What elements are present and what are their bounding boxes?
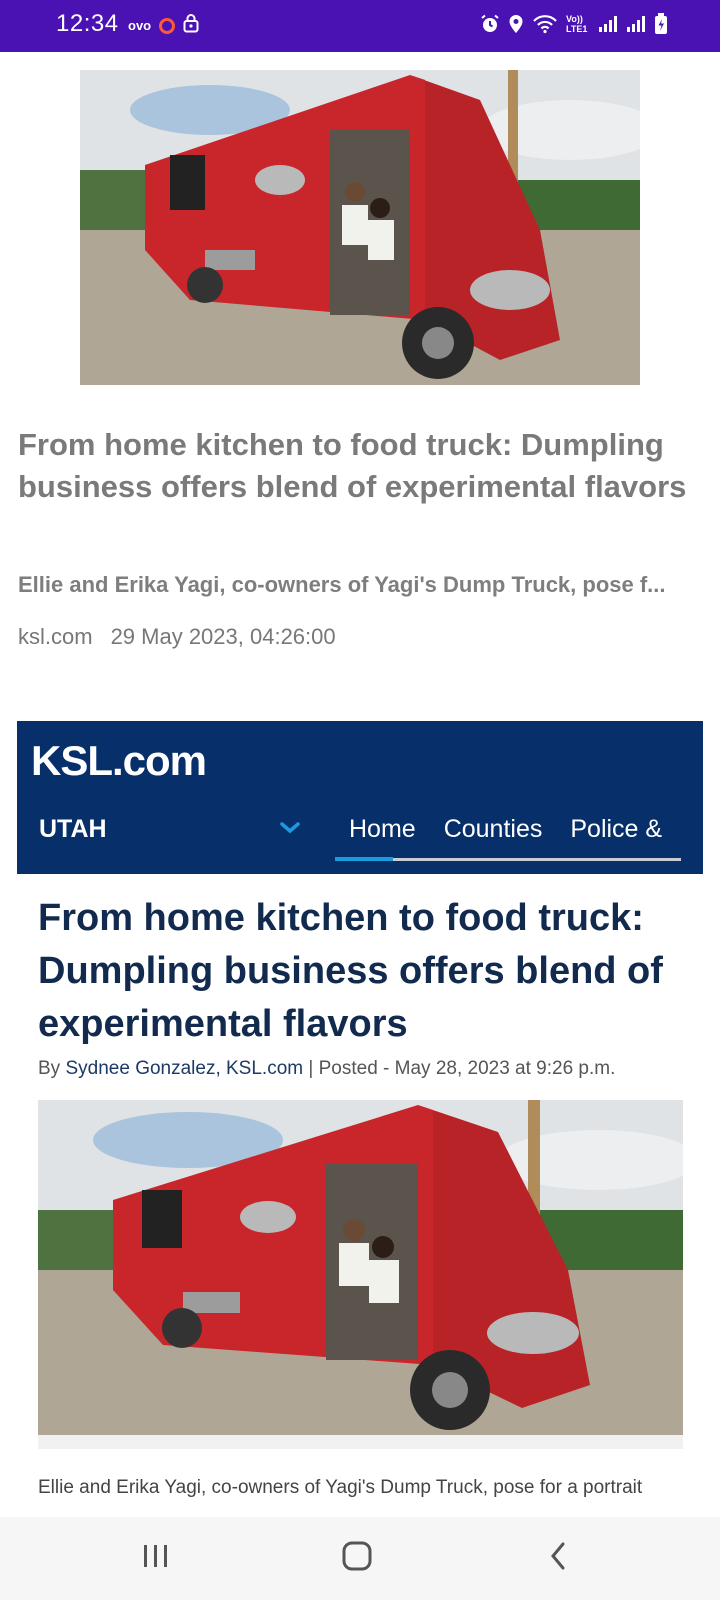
ksl-logo[interactable]: KSL.com — [31, 737, 207, 785]
posted-date: | Posted - May 28, 2023 at 9:26 p.m. — [308, 1058, 616, 1079]
alarm-icon — [480, 14, 500, 34]
article-card-title[interactable]: From home kitchen to food truck: Dumplin… — [18, 424, 698, 508]
section-label[interactable]: UTAH — [39, 815, 107, 844]
lock-icon — [183, 13, 199, 38]
image-caption: Ellie and Erika Yagi, co-owners of Yagi'… — [38, 1477, 643, 1498]
ksl-header: KSL.com UTAH Home Counties Police & — [17, 721, 703, 874]
nav-active-indicator — [335, 857, 393, 861]
back-icon[interactable] — [546, 1539, 570, 1573]
location-icon — [508, 14, 524, 34]
recents-icon[interactable] — [141, 1539, 171, 1573]
carrier-label: ovo — [128, 18, 152, 33]
nav-tab-home[interactable]: Home — [349, 815, 416, 844]
signal-icon — [598, 15, 618, 33]
article-thumbnail[interactable] — [80, 70, 640, 385]
caption-divider — [38, 1435, 683, 1449]
article-card-meta: ksl.com 29 May 2023, 04:26:00 — [18, 624, 336, 650]
article-date: 29 May 2023, 04:26:00 — [110, 624, 336, 649]
wifi-icon — [532, 14, 558, 34]
signal-icon — [626, 15, 646, 33]
record-icon — [159, 17, 176, 34]
article-card-snippet[interactable]: Ellie and Erika Yagi, co-owners of Yagi'… — [18, 572, 708, 598]
status-time: 12:34 — [56, 10, 119, 37]
food-truck-photo — [38, 1100, 683, 1435]
volte-lte-icon: Vo)) LTE1 — [566, 14, 588, 34]
article-source: ksl.com — [18, 624, 93, 649]
article-byline: By Sydnee Gonzalez, KSL.com | Posted - M… — [38, 1058, 616, 1079]
section-nav: Home Counties Police & — [349, 815, 662, 844]
article-headline: From home kitchen to food truck: Dumplin… — [38, 897, 663, 1045]
nav-tab-police[interactable]: Police & — [570, 815, 662, 844]
article-hero-image[interactable] — [38, 1100, 683, 1435]
battery-icon — [654, 13, 668, 35]
system-nav-bar — [0, 1517, 720, 1600]
chevron-down-icon[interactable] — [279, 821, 301, 835]
status-bar: 12:34 ovo Vo)) LTE1 — [0, 0, 720, 52]
nav-tab-counties[interactable]: Counties — [444, 815, 543, 844]
food-truck-photo — [80, 70, 640, 385]
author-link[interactable]: Sydnee Gonzalez, KSL.com — [65, 1058, 303, 1079]
home-icon[interactable] — [340, 1539, 374, 1573]
